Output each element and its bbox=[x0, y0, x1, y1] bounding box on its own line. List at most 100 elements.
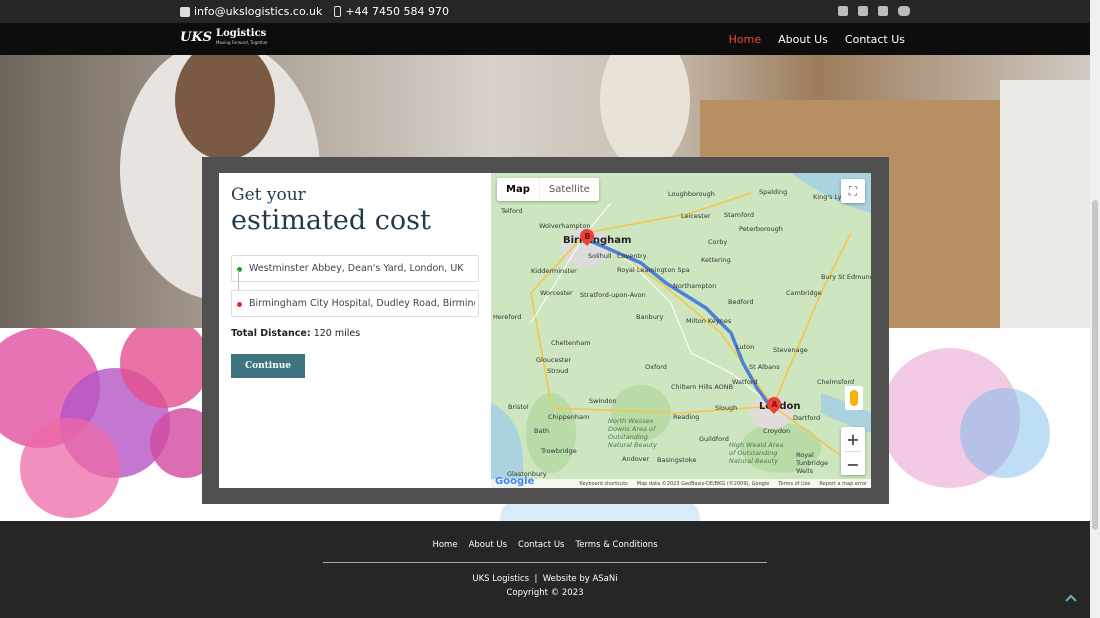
top-bar: info@ukslogistics.co.uk +44 7450 584 970 bbox=[0, 0, 1090, 23]
logo-tagline: Moving Forward, Together bbox=[216, 40, 268, 45]
site-logo[interactable]: UKS Logistics Moving Forward, Together bbox=[180, 29, 268, 45]
main-navbar: UKS Logistics Moving Forward, Together H… bbox=[0, 23, 1090, 55]
logo-brand: Logistics bbox=[216, 28, 267, 39]
map-label-bath: Bath bbox=[534, 427, 550, 435]
zoom-control: + − bbox=[841, 427, 865, 475]
origin-input[interactable] bbox=[249, 256, 475, 281]
estimate-card-inner: Get your estimated cost Total Distance: … bbox=[219, 173, 871, 488]
map-label-chilterns: Chiltern Hills AONB bbox=[671, 383, 734, 391]
logo-mark: UKS bbox=[180, 29, 213, 45]
envelope-icon bbox=[180, 6, 190, 17]
back-to-top-icon[interactable] bbox=[1064, 591, 1078, 605]
map-canvas[interactable] bbox=[491, 173, 871, 488]
twitter-icon[interactable] bbox=[858, 6, 868, 16]
map-label-leamington: Royal Leamington Spa bbox=[617, 266, 690, 274]
footer-separator: | bbox=[534, 574, 538, 584]
keyboard-shortcuts-link[interactable]: Keyboard shortcuts bbox=[579, 481, 627, 487]
footer-copyright: Copyright © 2023 bbox=[506, 588, 584, 598]
map-label-croydon: Croydon bbox=[763, 427, 791, 435]
total-distance: Total Distance: 120 miles bbox=[231, 328, 360, 339]
destination-input[interactable] bbox=[249, 291, 475, 316]
map-label-stratford: Stratford-upon-Avon bbox=[580, 291, 646, 299]
map-label-northampton: Northampton bbox=[673, 282, 717, 290]
email-text: info@ukslogistics.co.uk bbox=[194, 5, 323, 18]
footer-brand: UKS Logistics bbox=[472, 574, 530, 584]
map-type-map-button[interactable]: Map bbox=[497, 178, 539, 201]
route-map[interactable]: Telford Wolverhampton Birmingham Kidderm… bbox=[491, 173, 871, 488]
zoom-in-button[interactable]: + bbox=[841, 427, 865, 451]
map-label-peterborough: Peterborough bbox=[739, 225, 783, 233]
map-label-reading: Reading bbox=[673, 413, 700, 421]
footer-link-home[interactable]: Home bbox=[432, 540, 457, 550]
pegman-icon[interactable] bbox=[845, 386, 863, 410]
destination-field[interactable] bbox=[231, 290, 479, 317]
map-label-bristol: Bristol bbox=[508, 403, 529, 411]
map-data-text: Map data ©2023 GeoBasis-DE/BKG (©2009), … bbox=[636, 480, 770, 487]
footer-divider bbox=[323, 562, 767, 563]
map-label-milton-keynes: Milton Keynes bbox=[686, 317, 732, 325]
map-type-satellite-button[interactable]: Satellite bbox=[538, 178, 599, 201]
map-label-bedford: Bedford bbox=[728, 298, 754, 306]
footer-links: Home About Us Contact Us Terms & Conditi… bbox=[0, 540, 1090, 550]
nav-item-about[interactable]: About Us bbox=[778, 33, 828, 46]
map-label-basingstoke: Basingstoke bbox=[657, 456, 697, 464]
map-label-corby: Corby bbox=[708, 238, 728, 246]
facebook-icon[interactable] bbox=[838, 6, 848, 16]
map-label-guildford: Guildford bbox=[699, 435, 729, 443]
social-links bbox=[838, 6, 910, 16]
map-label-worcester: Worcester bbox=[540, 289, 573, 297]
map-label-trowbridge: Trowbridge bbox=[541, 447, 577, 455]
scrollbar-thumb[interactable] bbox=[1092, 200, 1098, 530]
form-heading-small: Get your bbox=[231, 185, 306, 205]
estimate-form: Get your estimated cost Total Distance: … bbox=[219, 173, 491, 488]
map-label-cheltenham: Cheltenham bbox=[551, 339, 591, 347]
map-label-watford: Watford bbox=[732, 378, 758, 386]
nav-item-contact[interactable]: Contact Us bbox=[845, 33, 905, 46]
map-label-loughborough: Loughborough bbox=[668, 190, 715, 198]
google-logo[interactable]: Google bbox=[495, 476, 534, 487]
youtube-icon[interactable] bbox=[898, 6, 910, 16]
destination-dot-icon bbox=[237, 302, 242, 307]
phone-link[interactable]: +44 7450 584 970 bbox=[334, 5, 449, 18]
report-error-link[interactable]: Report a map error bbox=[819, 481, 867, 487]
footer-link-about[interactable]: About Us bbox=[469, 540, 507, 550]
map-label-luton: Luton bbox=[736, 343, 755, 351]
map-label-solihull: Solihull bbox=[588, 252, 612, 260]
map-label-bury: Bury St Edmunds bbox=[821, 273, 871, 281]
footer-website-by[interactable]: Website by ASaNi bbox=[543, 574, 618, 584]
map-label-coventry: Coventry bbox=[617, 252, 647, 260]
contact-info: info@ukslogistics.co.uk +44 7450 584 970 bbox=[180, 5, 449, 18]
map-label-birmingham: Birmingham bbox=[563, 235, 632, 246]
map-label-andover: Andover bbox=[622, 455, 650, 463]
nav-menu: Home About Us Contact Us bbox=[729, 33, 905, 46]
fullscreen-icon[interactable]: ⛶ bbox=[841, 179, 865, 203]
continue-button[interactable]: Continue bbox=[231, 354, 305, 378]
map-label-dartford: Dartford bbox=[793, 414, 821, 422]
hero-cabinet bbox=[1000, 80, 1090, 328]
map-label-high-weald: High Weald Area of Outstanding Natural B… bbox=[729, 441, 784, 465]
phone-text: +44 7450 584 970 bbox=[345, 5, 450, 18]
footer-link-terms[interactable]: Terms & Conditions bbox=[575, 540, 657, 550]
map-label-telford: Telford bbox=[501, 207, 523, 215]
origin-field[interactable] bbox=[231, 255, 479, 282]
map-attribution: Keyboard shortcuts Map data ©2023 GeoBas… bbox=[491, 479, 871, 488]
map-label-stamford: Stamford bbox=[724, 211, 754, 219]
map-label-north-wessex: North Wessex Downs Area of Outstanding N… bbox=[608, 417, 657, 449]
zoom-out-button[interactable]: − bbox=[841, 452, 865, 476]
linkedin-icon[interactable] bbox=[878, 6, 888, 16]
map-label-chelmsford: Chelmsford bbox=[817, 378, 855, 386]
page-scrollbar[interactable] bbox=[1090, 0, 1100, 618]
footer-link-contact[interactable]: Contact Us bbox=[518, 540, 564, 550]
map-label-stroud: Stroud bbox=[547, 367, 569, 375]
form-heading-large: estimated cost bbox=[231, 205, 431, 236]
map-type-control: Map Satellite bbox=[497, 178, 599, 201]
nav-item-home[interactable]: Home bbox=[729, 33, 761, 46]
distance-value: 120 miles bbox=[313, 328, 361, 339]
map-label-stevenage: Stevenage bbox=[773, 346, 808, 354]
map-label-kettering: Kettering bbox=[701, 256, 731, 264]
map-label-kidderminster: Kidderminster bbox=[531, 267, 577, 275]
map-label-cambridge: Cambridge bbox=[786, 289, 822, 297]
terms-link[interactable]: Terms of Use bbox=[778, 481, 810, 487]
distance-label: Total Distance: bbox=[231, 328, 311, 339]
email-link[interactable]: info@ukslogistics.co.uk bbox=[180, 5, 322, 18]
